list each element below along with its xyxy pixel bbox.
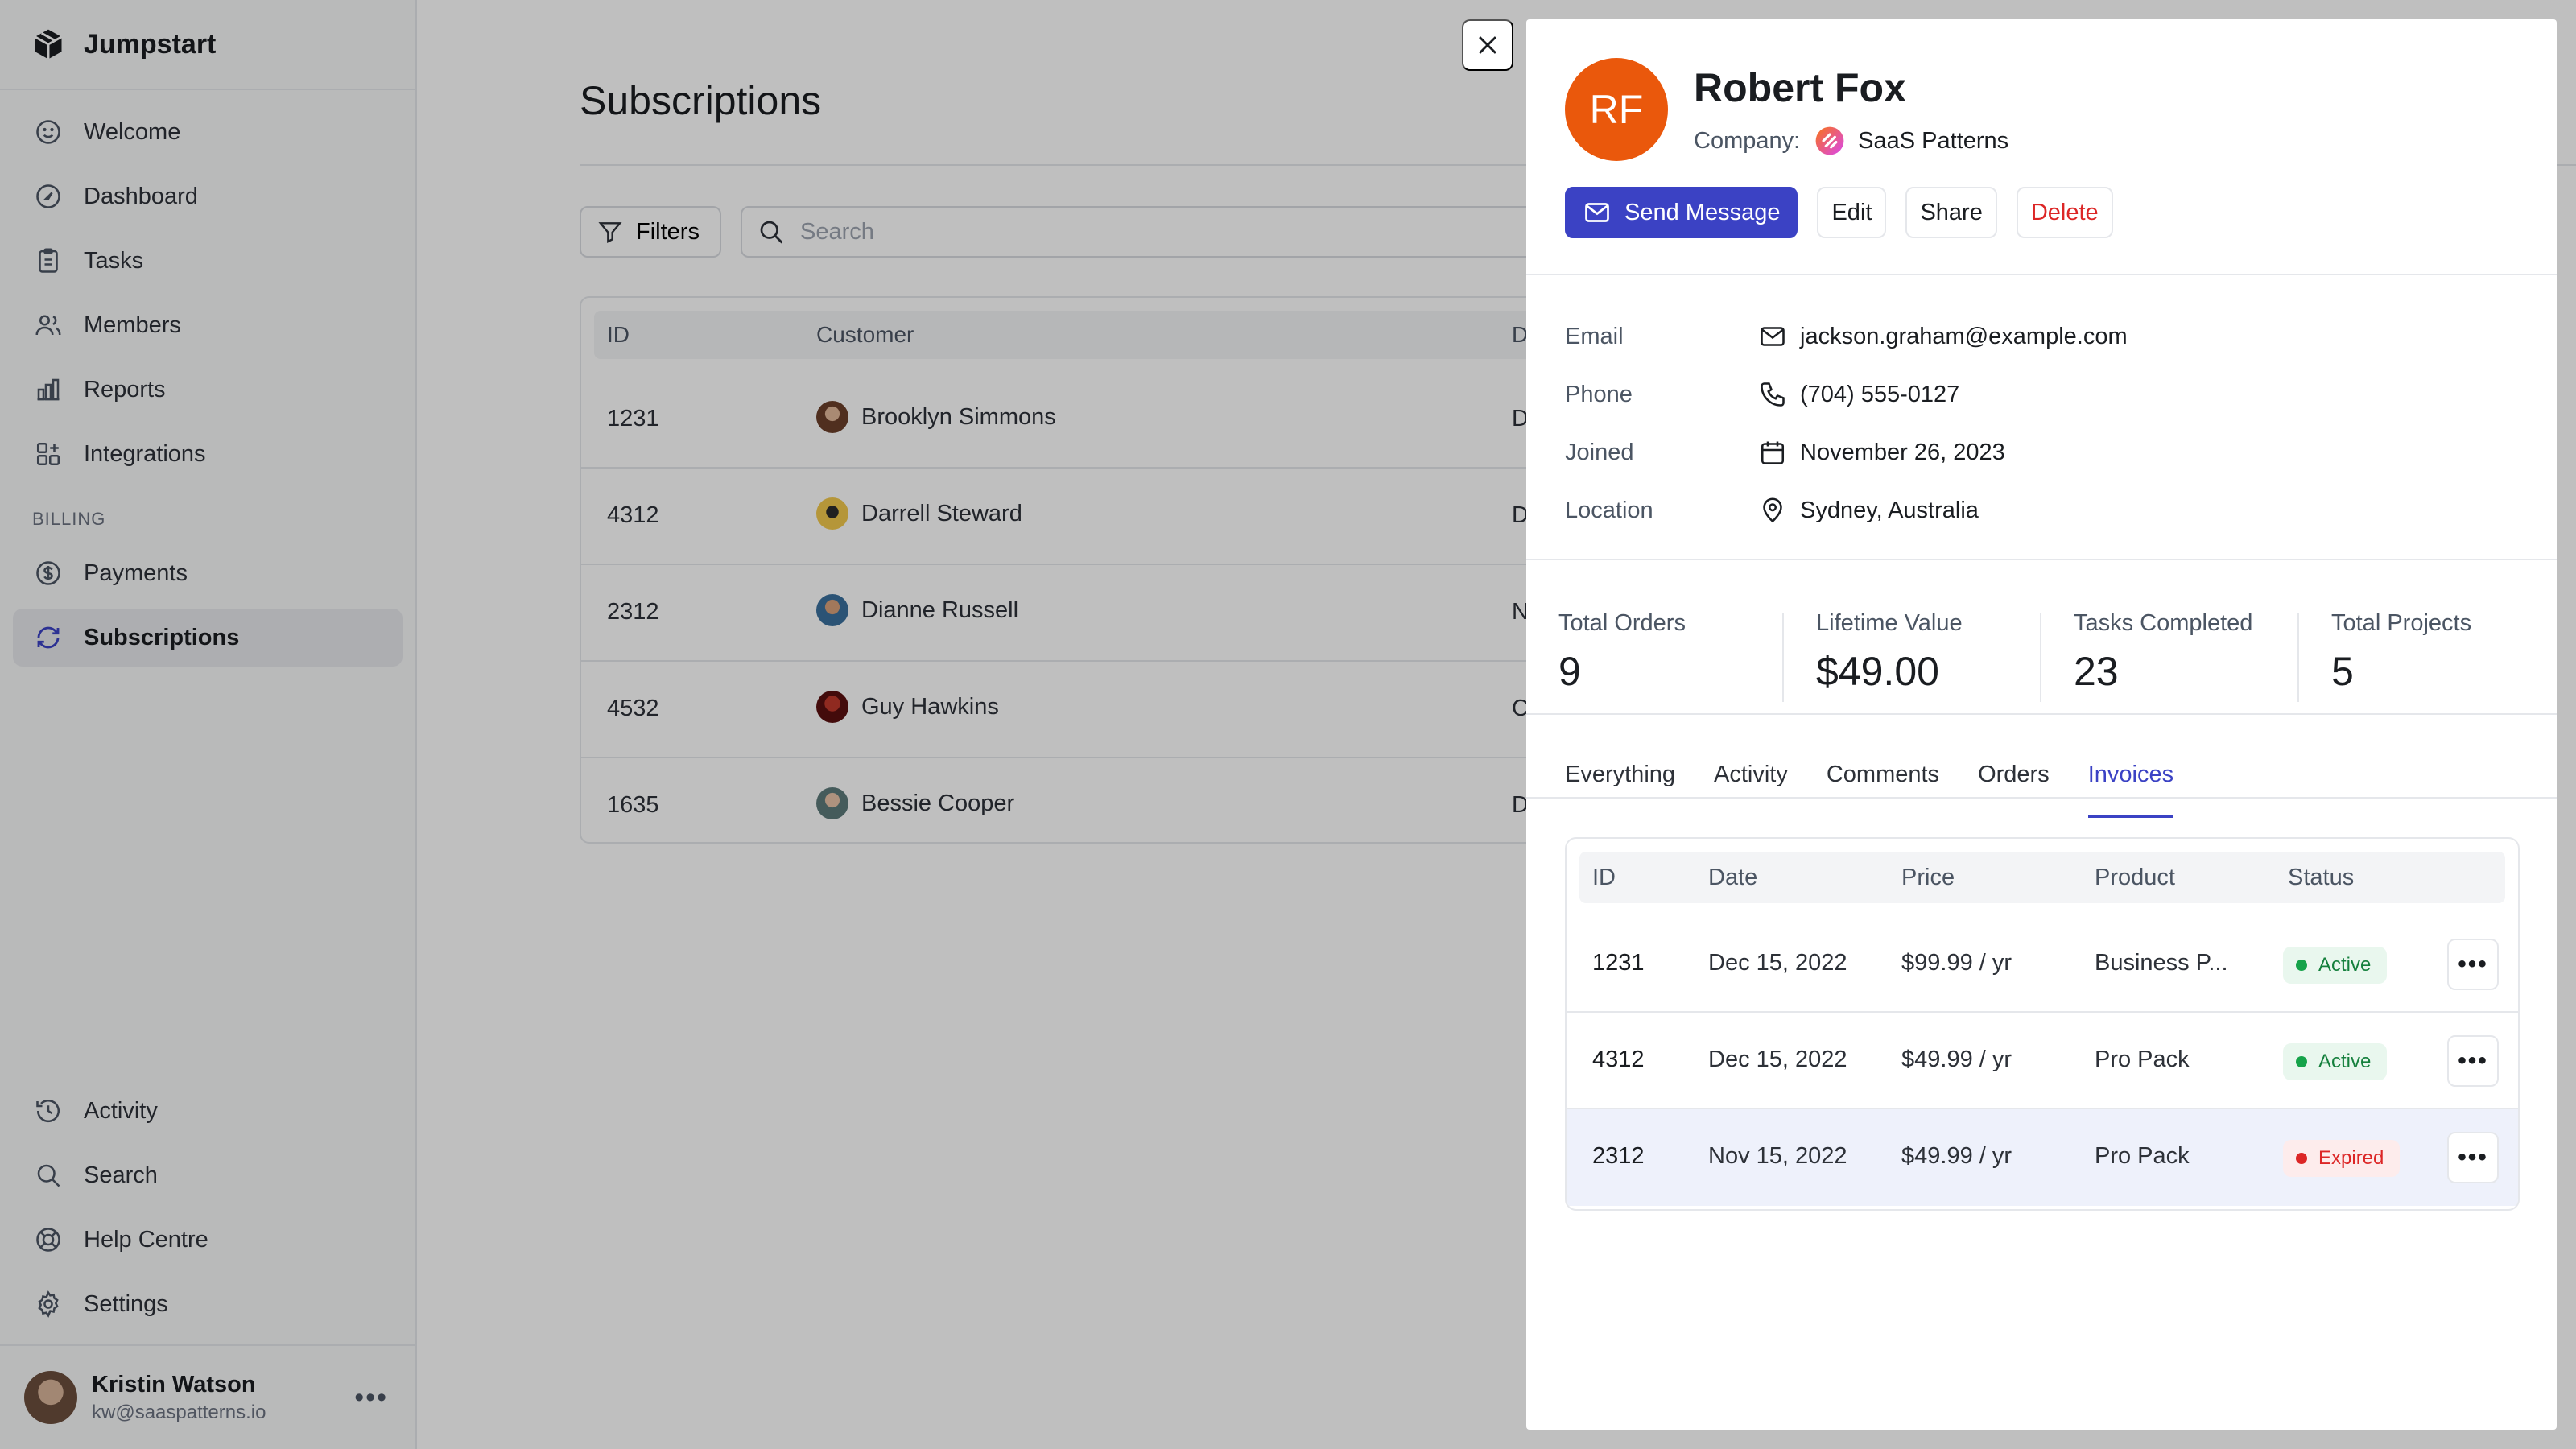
stat-value: $49.00 (1816, 649, 1939, 694)
edit-button[interactable]: Edit (1817, 187, 1887, 238)
invoice-date: Nov 15, 2022 (1708, 1143, 1847, 1169)
close-drawer-button[interactable] (1462, 19, 1513, 71)
column-header-status: Status (2288, 865, 2355, 890)
detail-value: November 26, 2023 (1800, 440, 2005, 465)
status-label: Active (2318, 1051, 2372, 1072)
column-header-id: ID (1592, 865, 1616, 890)
row-actions-button[interactable]: ••• (2447, 939, 2499, 990)
status-dot (2296, 960, 2307, 971)
detail-joined: Joined November 26, 2023 (1565, 433, 2450, 473)
stat-label: Total Orders (1558, 610, 1686, 636)
column-header-date: Date (1708, 865, 1758, 890)
mail-icon (1585, 203, 1609, 222)
detail-label: Joined (1565, 440, 1634, 465)
stat-label: Lifetime Value (1816, 610, 1963, 636)
column-header-product: Product (2095, 865, 2175, 890)
stat-total-projects: Total Projects 5 (2331, 610, 2557, 707)
detail-label: Phone (1565, 382, 1633, 407)
company-info: Company: SaaS Patterns (1694, 126, 2008, 156)
share-button[interactable]: Share (1905, 187, 1997, 238)
table-header: ID Date Price Product Status (1579, 852, 2505, 903)
company-name[interactable]: SaaS Patterns (1858, 128, 2008, 155)
divider (2040, 613, 2041, 702)
invoices-table: ID Date Price Product Status 1231 Dec 15… (1565, 837, 2520, 1211)
tab-comments[interactable]: Comments (1827, 741, 1939, 818)
company-logo-icon (1815, 126, 1844, 155)
divider (1526, 713, 2557, 715)
detail-location: Location Sydney, Australia (1565, 491, 2450, 531)
status-label: Active (2318, 954, 2372, 976)
row-actions-button[interactable]: ••• (2447, 1035, 2499, 1087)
avatar: RF (1565, 58, 1668, 161)
divider (1782, 613, 1784, 702)
close-icon (1479, 36, 1496, 54)
invoice-date: Dec 15, 2022 (1708, 1046, 1847, 1072)
customer-stats: Total Orders 9 Lifetime Value $49.00 Tas… (1526, 591, 2557, 733)
stat-tasks-completed: Tasks Completed 23 (2074, 610, 2331, 707)
status-badge: Active (2283, 1043, 2388, 1080)
table-row[interactable]: 1231 Dec 15, 2022 $99.99 / yr Business P… (1567, 916, 2518, 1013)
customer-name: Robert Fox (1694, 65, 1906, 110)
detail-label: Email (1565, 324, 1624, 349)
invoice-price: $99.99 / yr (1901, 950, 2013, 976)
invoice-product: Pro Pack (2095, 1046, 2190, 1072)
send-message-button[interactable]: Send Message (1565, 187, 1798, 238)
detail-value[interactable]: jackson.graham@example.com (1800, 324, 2128, 350)
detail-label: Location (1565, 497, 1653, 523)
tab-activity[interactable]: Activity (1714, 741, 1788, 818)
invoice-price: $49.99 / yr (1901, 1143, 2013, 1169)
detail-value: Sydney, Australia (1800, 497, 1979, 523)
divider (1526, 274, 2557, 275)
invoice-date: Dec 15, 2022 (1708, 950, 1847, 976)
divider (1526, 797, 2557, 799)
drawer-tabs: Everything Activity Comments Orders Invo… (1565, 741, 2212, 818)
stat-lifetime-value: Lifetime Value $49.00 (1816, 610, 2074, 707)
status-dot (2296, 1056, 2307, 1067)
status-label: Expired (2318, 1147, 2384, 1169)
invoice-price: $49.99 / yr (1901, 1046, 2013, 1072)
mail-icon (1761, 327, 1785, 346)
stat-total-orders: Total Orders 9 (1558, 610, 1816, 707)
stat-label: Total Projects (2331, 610, 2472, 636)
stat-label: Tasks Completed (2074, 610, 2253, 636)
detail-phone: Phone (704) 555-0127 (1565, 375, 2450, 415)
status-dot (2296, 1153, 2307, 1164)
table-row[interactable]: 2312 Nov 15, 2022 $49.99 / yr Pro Pack E… (1567, 1109, 2518, 1206)
calendar-icon (1761, 441, 1785, 464)
stat-value: 5 (2331, 649, 2354, 694)
action-bar: Send Message Edit Share Delete (1565, 187, 2132, 238)
delete-button[interactable]: Delete (2016, 187, 2113, 238)
company-label: Company: (1694, 127, 1801, 154)
status-badge: Expired (2283, 1140, 2401, 1177)
tab-orders[interactable]: Orders (1978, 741, 2050, 818)
invoice-id: 4312 (1592, 1046, 1645, 1072)
stat-value: 9 (1558, 649, 1581, 694)
status-badge: Active (2283, 947, 2388, 984)
table-row[interactable]: 4312 Dec 15, 2022 $49.99 / yr Pro Pack A… (1567, 1013, 2518, 1109)
invoice-product: Business P... (2095, 950, 2228, 976)
phone-icon (1761, 382, 1785, 407)
invoice-product: Pro Pack (2095, 1143, 2190, 1169)
row-actions-button[interactable]: ••• (2447, 1132, 2499, 1183)
detail-email: Email jackson.graham@example.com (1565, 317, 2450, 357)
invoice-id: 2312 (1592, 1143, 1645, 1169)
divider (1526, 559, 2557, 560)
stat-value: 23 (2074, 649, 2119, 694)
column-header-price: Price (1901, 865, 1955, 890)
customer-detail-drawer: RF Robert Fox Company: SaaS Patterns Sen… (1526, 19, 2557, 1430)
divider (2297, 613, 2299, 702)
detail-value[interactable]: (704) 555-0127 (1800, 382, 1959, 408)
invoice-id: 1231 (1592, 950, 1645, 976)
tab-invoices[interactable]: Invoices (2087, 741, 2174, 818)
map-pin-icon (1763, 497, 1782, 523)
send-message-label: Send Message (1624, 199, 1781, 225)
tab-everything[interactable]: Everything (1565, 741, 1675, 818)
